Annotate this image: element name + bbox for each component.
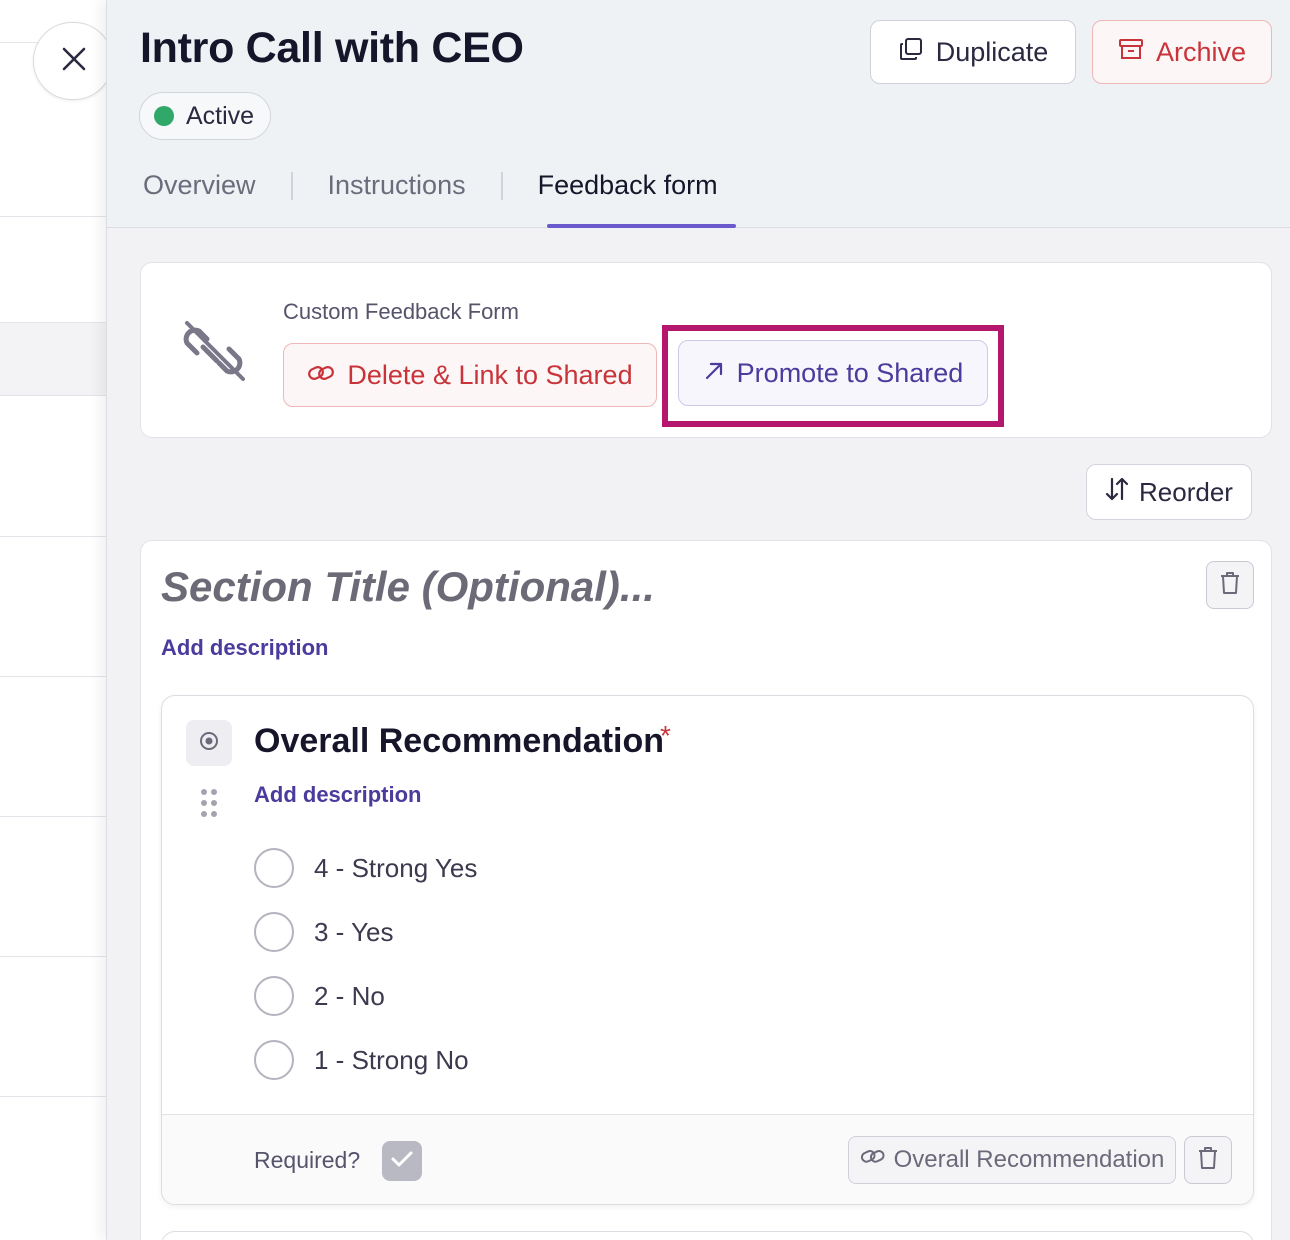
option-label: 2 - No <box>314 980 385 1011</box>
status-dot <box>154 106 174 126</box>
linked-attribute-label: Overall Recommendation <box>893 1146 1165 1173</box>
checkmark-icon <box>390 1149 414 1174</box>
tab-bar: Overview Instructions Feedback form <box>143 170 718 201</box>
tab-instructions[interactable]: Instructions <box>328 170 466 201</box>
list-divider <box>0 216 106 217</box>
option-label: 4 - Strong Yes <box>314 852 478 883</box>
sort-arrows-icon <box>1105 476 1129 509</box>
option-item[interactable]: 3 - Yes <box>254 912 394 952</box>
copy-icon <box>898 36 924 69</box>
required-label: Required? <box>254 1147 361 1173</box>
trash-icon <box>1219 571 1241 600</box>
list-divider <box>0 322 106 323</box>
close-icon <box>60 45 88 78</box>
panel-header: Intro Call with CEO Active Duplicate Arc… <box>107 0 1290 228</box>
radio-button[interactable] <box>254 912 294 952</box>
promote-label: Promote to Shared <box>736 357 964 388</box>
list-row-selected[interactable] <box>0 323 106 395</box>
tab-divider <box>500 171 503 200</box>
unlink-icon <box>181 319 245 388</box>
drag-handle-icon[interactable] <box>199 788 219 823</box>
option-label: 3 - Yes <box>314 916 394 947</box>
archive-icon <box>1118 36 1144 69</box>
radio-button[interactable] <box>254 848 294 888</box>
status-badge[interactable]: Active <box>139 92 272 140</box>
background-list <box>0 0 106 1240</box>
option-item[interactable]: 4 - Strong Yes <box>254 848 477 888</box>
required-asterisk: * <box>660 720 671 751</box>
question-add-description-link[interactable]: Add description <box>254 782 421 808</box>
delete-link-label: Delete & Link to Shared <box>347 359 633 390</box>
list-divider <box>0 676 106 677</box>
duplicate-button[interactable]: Duplicate <box>870 20 1076 84</box>
list-divider <box>0 536 106 537</box>
arrow-up-right-icon <box>703 358 725 389</box>
question-title[interactable]: Overall Recommendation <box>254 722 664 761</box>
list-divider <box>0 395 106 396</box>
tab-feedback-form[interactable]: Feedback form <box>538 170 718 201</box>
detail-panel: Intro Call with CEO Active Duplicate Arc… <box>106 0 1290 1240</box>
section-add-description-link[interactable]: Add description <box>161 635 328 661</box>
list-divider <box>0 816 106 817</box>
next-question-card <box>161 1231 1254 1240</box>
page-title: Intro Call with CEO <box>140 24 524 72</box>
link-icon <box>860 1146 886 1174</box>
list-divider <box>0 1096 106 1097</box>
promote-to-shared-button[interactable]: Promote to Shared <box>678 340 988 406</box>
close-panel-button[interactable] <box>33 22 113 100</box>
option-item[interactable]: 1 - Strong No <box>254 1040 469 1080</box>
tab-overview[interactable]: Overview <box>143 170 256 201</box>
custom-form-label: Custom Feedback Form <box>283 299 519 324</box>
linked-attribute-button[interactable]: Overall Recommendation <box>848 1136 1176 1184</box>
trash-icon <box>1197 1146 1219 1175</box>
custom-form-card: Custom Feedback Form Delete & Link to Sh… <box>140 262 1272 438</box>
list-divider <box>0 956 106 957</box>
archive-label: Archive <box>1155 36 1247 67</box>
duplicate-label: Duplicate <box>935 36 1049 67</box>
delete-link-shared-button[interactable]: Delete & Link to Shared <box>283 343 657 407</box>
reorder-button[interactable]: Reorder <box>1086 464 1252 520</box>
question-card: Overall Recommendation * Add description… <box>161 695 1254 1205</box>
question-footer: Required? Overall Recommendation <box>162 1114 1253 1204</box>
radio-type-icon <box>198 730 220 757</box>
section-title-input[interactable]: Section Title (Optional)... <box>161 563 655 611</box>
option-item[interactable]: 2 - No <box>254 976 385 1016</box>
radio-button[interactable] <box>254 976 294 1016</box>
question-type-button[interactable] <box>186 720 232 766</box>
option-label: 1 - Strong No <box>314 1044 469 1075</box>
section-card: Section Title (Optional)... Add descript… <box>140 540 1272 1240</box>
archive-button[interactable]: Archive <box>1092 20 1272 84</box>
required-checkbox[interactable] <box>382 1141 422 1181</box>
reorder-label: Reorder <box>1139 476 1233 507</box>
radio-button[interactable] <box>254 1040 294 1080</box>
status-label: Active <box>186 101 255 130</box>
active-tab-indicator <box>547 224 736 228</box>
link-icon <box>307 360 335 391</box>
tab-divider <box>290 171 293 200</box>
delete-section-button[interactable] <box>1206 561 1254 609</box>
delete-question-button[interactable] <box>1184 1136 1232 1184</box>
